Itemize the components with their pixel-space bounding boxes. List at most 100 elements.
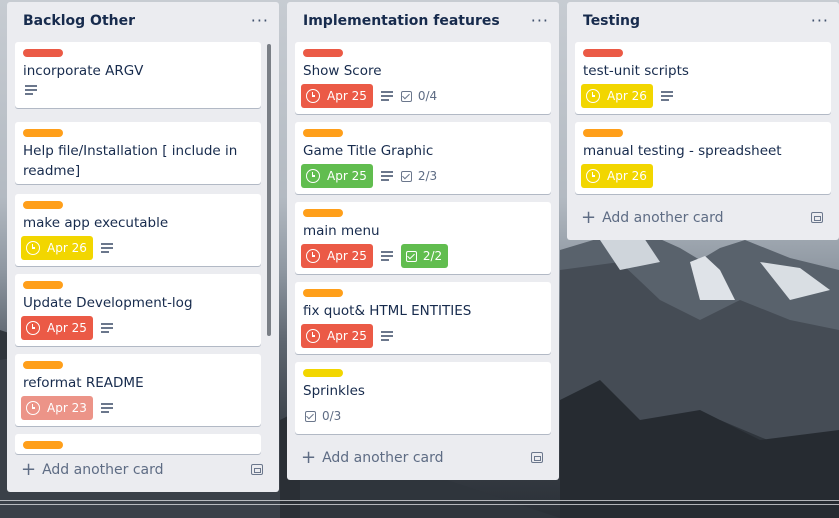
list-header: Implementation features ··· — [287, 2, 559, 40]
description-icon — [25, 85, 37, 95]
card[interactable]: test-unit scripts Apr 26 — [575, 42, 831, 114]
card-label[interactable] — [303, 369, 343, 377]
card-title: incorporate ARGV — [23, 63, 144, 79]
list-title[interactable]: Testing — [583, 13, 640, 29]
card[interactable]: fix quot& HTML ENTITIES Apr 25 — [295, 282, 551, 354]
due-date-badge[interactable]: Apr 25 — [301, 244, 373, 268]
card[interactable]: manual testing - spreadsheet Apr 26 — [575, 122, 831, 194]
card-title: fix quot& HTML ENTITIES — [303, 303, 472, 319]
card-title: test-unit scripts — [583, 63, 689, 79]
due-date-text: Apr 26 — [47, 241, 87, 255]
description-icon — [100, 403, 113, 413]
clock-icon — [306, 329, 320, 343]
card[interactable]: make app executable Apr 26 — [15, 194, 261, 266]
card-title: Update Development-log — [23, 295, 193, 311]
list-testing: Testing ··· test-unit scripts Apr 26 man… — [567, 2, 839, 240]
card[interactable] — [15, 434, 261, 454]
clock-icon — [586, 169, 600, 183]
due-date-badge[interactable]: Apr 26 — [581, 84, 653, 108]
clock-icon — [26, 241, 40, 255]
description-icon — [380, 171, 393, 181]
due-date-text: Apr 23 — [47, 401, 87, 415]
checklist-count: 0/3 — [322, 409, 342, 423]
card-template-icon[interactable] — [251, 464, 263, 475]
list-menu-icon[interactable]: ··· — [531, 13, 549, 29]
list-title[interactable]: Backlog Other — [23, 13, 135, 29]
card[interactable]: Help file/Installation [ include in read… — [15, 122, 261, 184]
plus-icon: + — [301, 447, 317, 468]
checklist-icon — [305, 410, 316, 422]
card-label[interactable] — [303, 129, 343, 137]
card-title: Help file/Installation [ include in read… — [23, 143, 238, 179]
add-card-label: Add another card — [602, 210, 724, 226]
card-label[interactable] — [23, 281, 63, 289]
plus-icon: + — [21, 459, 37, 480]
checklist-icon — [405, 250, 417, 262]
due-date-badge[interactable]: Apr 25 — [21, 316, 93, 340]
due-date-badge[interactable]: Apr 25 — [301, 324, 373, 348]
due-date-badge[interactable]: Apr 25 — [301, 84, 373, 108]
list-header: Testing ··· — [567, 2, 839, 40]
checklist-badge: 0/4 — [400, 84, 438, 108]
add-card-label: Add another card — [322, 450, 444, 466]
description-icon — [660, 91, 673, 101]
plus-icon: + — [581, 207, 597, 228]
card-label[interactable] — [303, 289, 343, 297]
card[interactable]: incorporate ARGV — [15, 42, 261, 108]
clock-icon — [306, 249, 320, 263]
list-menu-icon[interactable]: ··· — [251, 13, 269, 29]
card-label[interactable] — [583, 49, 623, 57]
card-label[interactable] — [23, 441, 63, 449]
bottom-divider — [0, 504, 839, 505]
checklist-count: 2/3 — [417, 169, 438, 183]
card-label[interactable] — [23, 49, 63, 57]
due-date-text: Apr 26 — [607, 89, 647, 103]
checklist-badge: 0/3 — [305, 404, 341, 428]
list-menu-icon[interactable]: ··· — [811, 13, 829, 29]
card[interactable]: Update Development-log Apr 25 — [15, 274, 261, 346]
card-title: reformat README — [23, 375, 144, 391]
card-label[interactable] — [23, 361, 63, 369]
card[interactable]: Show Score Apr 25 0/4 — [295, 42, 551, 114]
add-card-button[interactable]: + Add another card — [301, 447, 444, 468]
clock-icon — [306, 169, 320, 183]
card-template-icon[interactable] — [811, 212, 823, 223]
card[interactable]: Sprinkles 0/3 — [295, 362, 551, 434]
card-title: Sprinkles — [303, 383, 365, 399]
card-template-icon[interactable] — [531, 452, 543, 463]
card-title: Game Title Graphic — [303, 143, 434, 159]
add-card-button[interactable]: + Add another card — [581, 207, 724, 228]
due-date-badge[interactable]: Apr 25 — [301, 164, 373, 188]
card-label[interactable] — [303, 209, 343, 217]
card-label[interactable] — [583, 129, 623, 137]
add-card-button[interactable]: + Add another card — [21, 459, 164, 480]
due-date-badge[interactable]: Apr 26 — [581, 164, 653, 188]
card-label[interactable] — [23, 129, 63, 137]
checklist-icon — [400, 170, 412, 182]
card-title: make app executable — [23, 215, 169, 231]
description-icon — [100, 243, 113, 253]
bottom-divider — [0, 500, 839, 501]
checklist-badge: 2/3 — [400, 164, 438, 188]
due-date-text: Apr 25 — [327, 89, 367, 103]
clock-icon — [26, 321, 40, 335]
card[interactable]: reformat README Apr 23 — [15, 354, 261, 426]
checklist-count: 2/2 — [422, 249, 443, 263]
clock-icon — [26, 401, 40, 415]
due-date-text: Apr 25 — [47, 321, 87, 335]
card[interactable]: Game Title Graphic Apr 25 2/3 — [295, 122, 551, 194]
add-card-label: Add another card — [42, 462, 164, 478]
due-date-text: Apr 26 — [607, 169, 647, 183]
list-title[interactable]: Implementation features — [303, 13, 500, 29]
checklist-count: 0/4 — [417, 89, 438, 103]
list-backlog-other: Backlog Other ··· incorporate ARGV Help … — [7, 2, 279, 492]
list-scrollbar[interactable] — [267, 44, 271, 336]
due-date-badge[interactable]: Apr 23 — [21, 396, 93, 420]
card-title: main menu — [303, 223, 380, 239]
checklist-icon — [400, 90, 412, 102]
card-label[interactable] — [303, 49, 343, 57]
due-date-badge[interactable]: Apr 26 — [21, 236, 93, 260]
card-label[interactable] — [23, 201, 63, 209]
card-title: Show Score — [303, 63, 382, 79]
card[interactable]: main menu Apr 25 2/2 — [295, 202, 551, 274]
